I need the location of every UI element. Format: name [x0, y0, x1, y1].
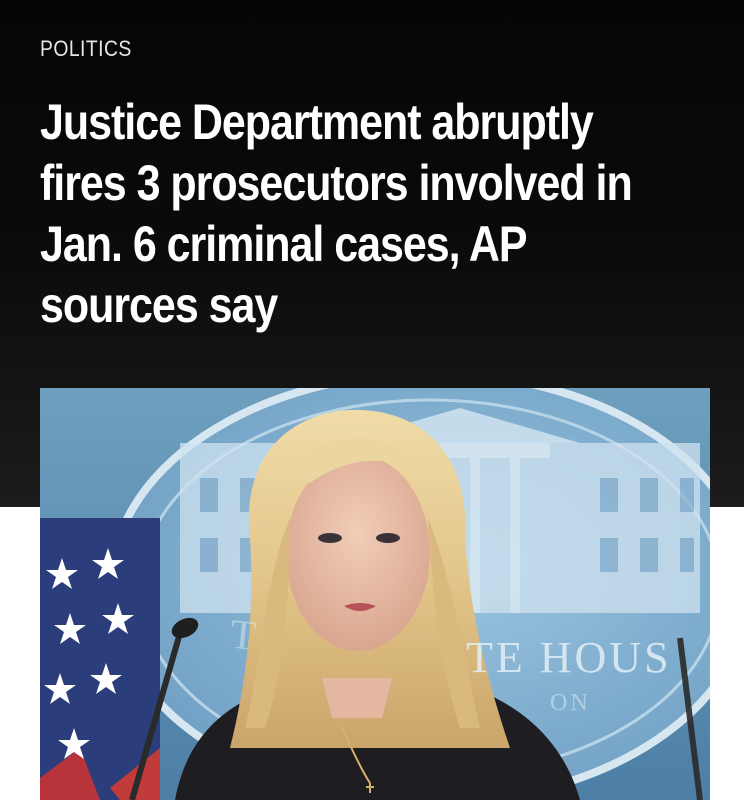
- article-headline: Justice Department abruptly fires 3 pros…: [40, 94, 633, 333]
- article-page: POLITICS Justice Department abruptly fir…: [0, 0, 744, 800]
- article-lead-image[interactable]: T TE HOUS ON: [40, 388, 710, 800]
- section-label[interactable]: POLITICS: [40, 36, 132, 62]
- press-briefing-photo: [40, 388, 710, 800]
